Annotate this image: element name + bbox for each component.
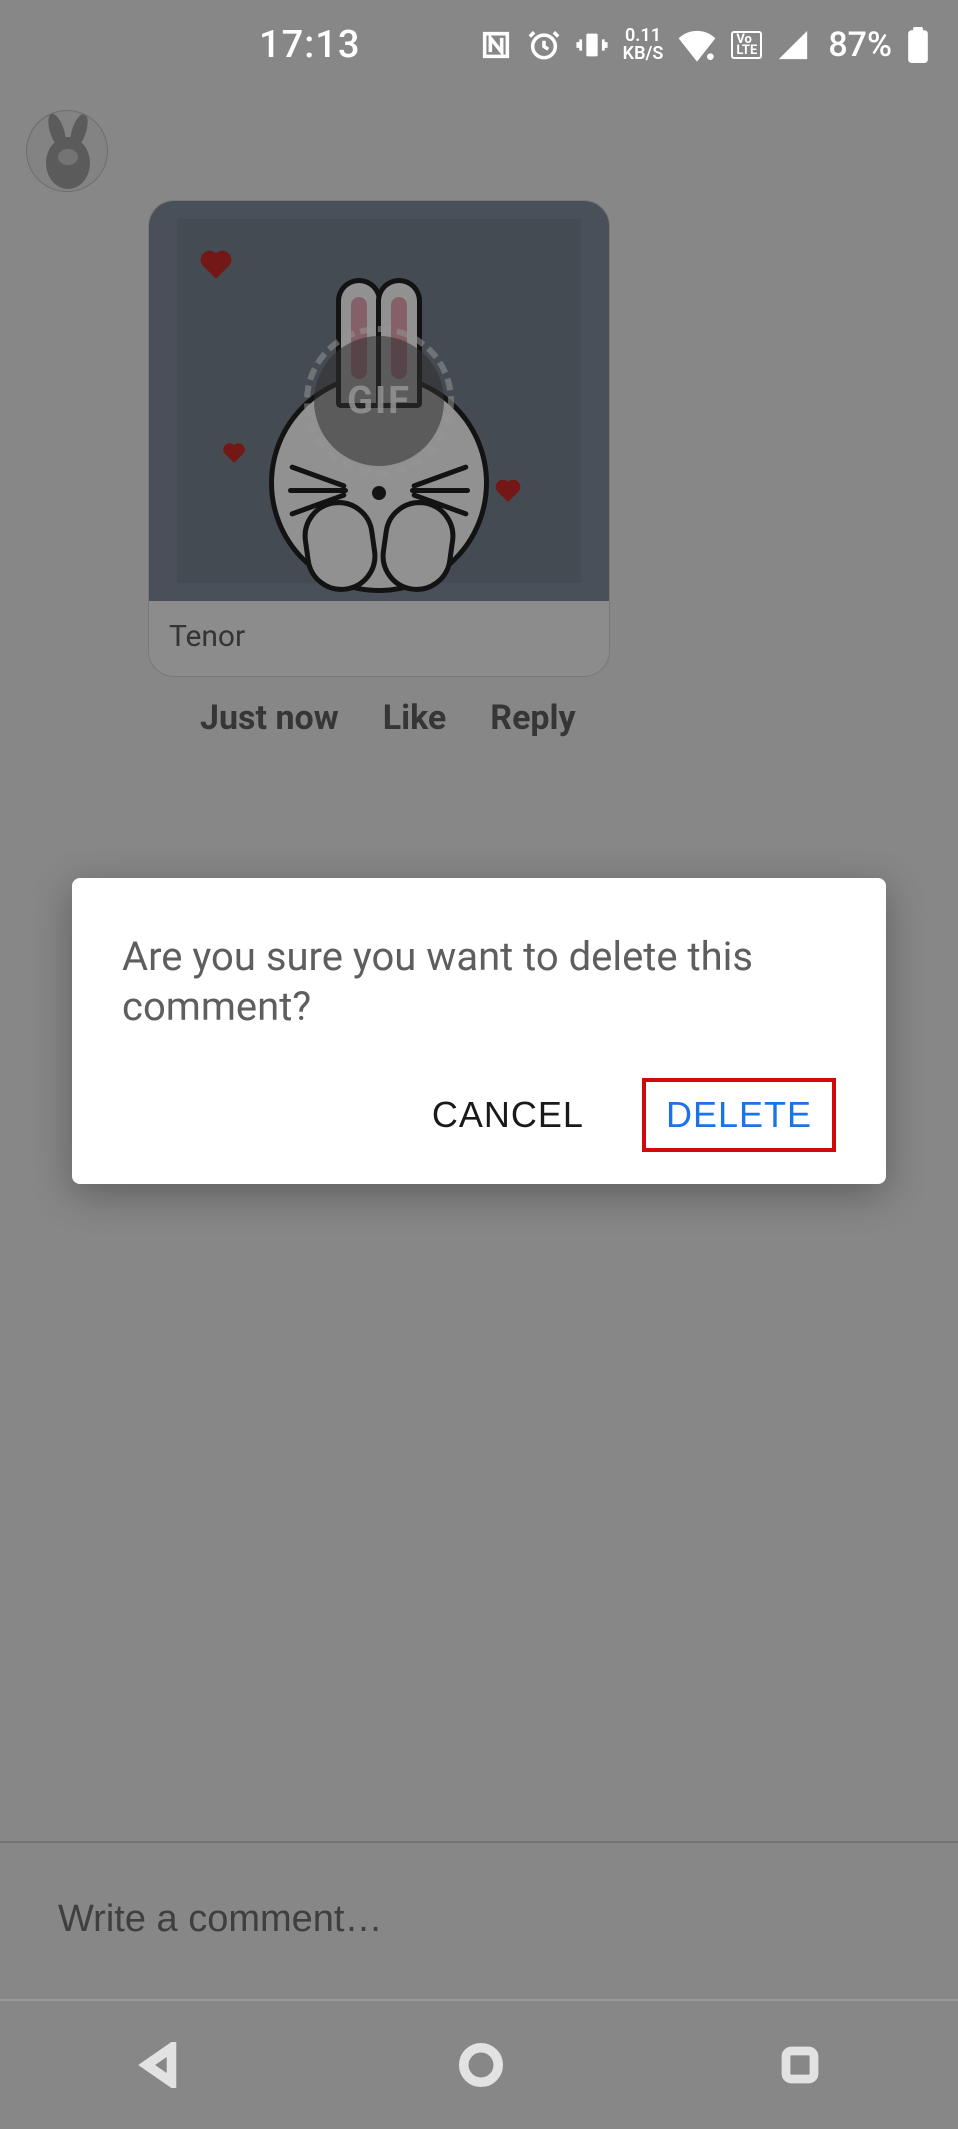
data-rate: 0.11 KB/S (623, 27, 664, 63)
home-icon[interactable] (458, 2042, 504, 2088)
status-time: 17:13 (259, 23, 360, 67)
vibrate-icon (575, 28, 609, 62)
screen: 17:13 0.11 KB/S VoLTE 87% (0, 0, 958, 2129)
wifi-icon (677, 28, 717, 62)
nfc-icon (479, 28, 513, 62)
data-rate-unit: KB/S (623, 45, 664, 63)
system-nav-bar (0, 2001, 958, 2129)
battery-percent: 87% (828, 25, 892, 65)
signal-icon (776, 28, 810, 62)
battery-icon (906, 27, 930, 63)
delete-button[interactable]: DELETE (642, 1078, 836, 1152)
back-icon[interactable] (137, 2042, 183, 2088)
cancel-button[interactable]: CANCEL (414, 1080, 602, 1150)
dialog-actions: CANCEL DELETE (122, 1078, 836, 1152)
alarm-icon (527, 28, 561, 62)
status-icons: 0.11 KB/S VoLTE 87% (479, 25, 930, 65)
delete-confirm-dialog: Are you sure you want to delete this com… (72, 878, 886, 1184)
volte-icon: VoLTE (731, 31, 762, 59)
status-bar: 17:13 0.11 KB/S VoLTE 87% (0, 0, 958, 90)
dialog-message: Are you sure you want to delete this com… (122, 932, 836, 1032)
recent-apps-icon[interactable] (779, 2044, 821, 2086)
